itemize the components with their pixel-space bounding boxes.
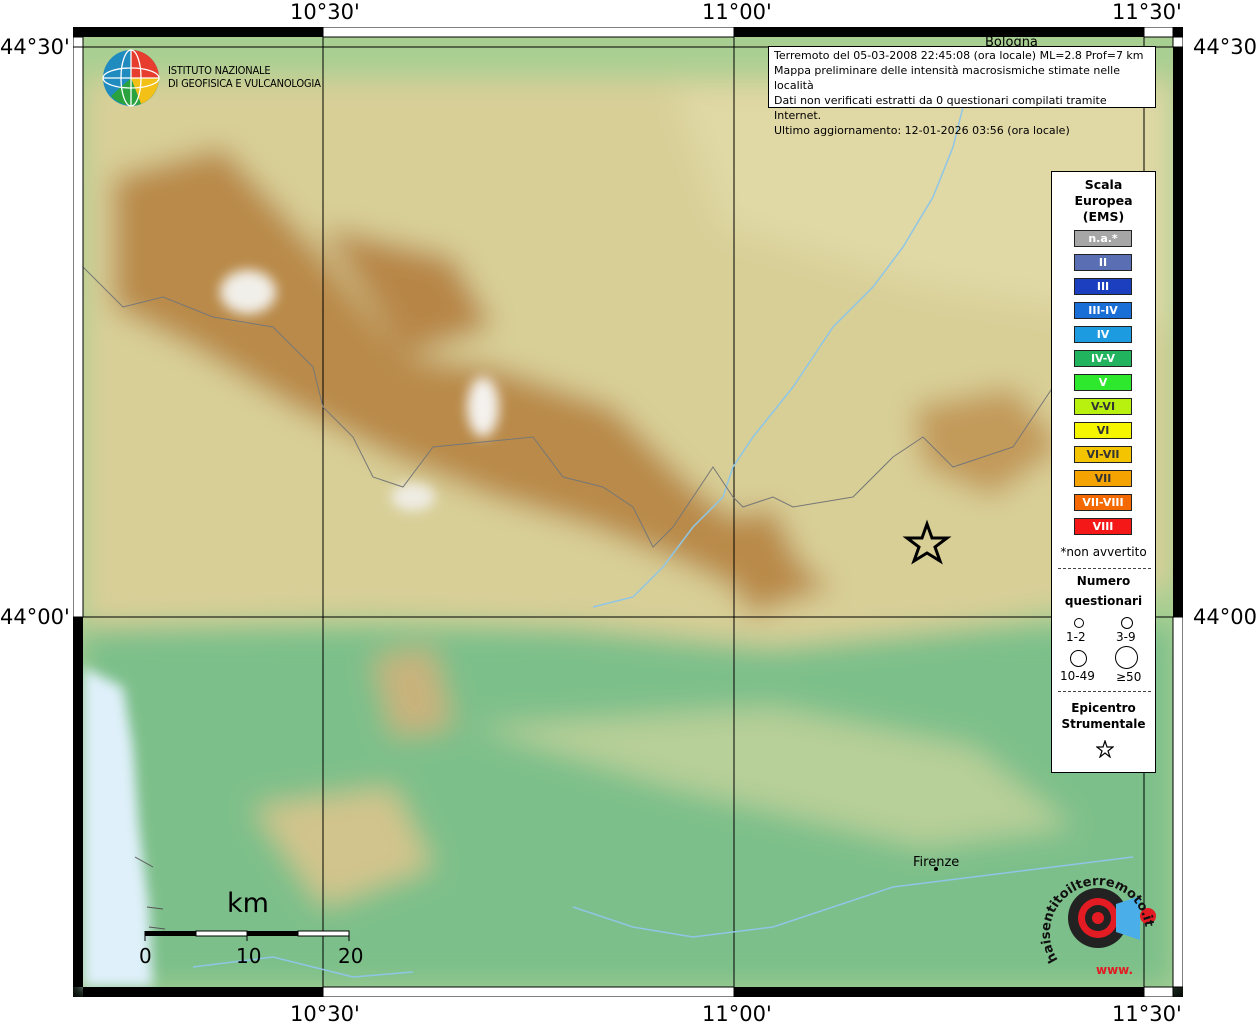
- num-label-1-2: 1-2: [1066, 630, 1086, 644]
- num-label-10-49: 10-49: [1060, 669, 1095, 683]
- topographic-map[interactable]: [73, 27, 1183, 997]
- ems-legend-item: VII: [1074, 470, 1132, 487]
- info-line-2: Mappa preliminare delle intensità macros…: [774, 64, 1120, 92]
- info-line-1: Terremoto del 05-03-2008 22:45:08 (ora l…: [774, 49, 1144, 62]
- seismograph-target-icon: haisentitoilterremoto.it www.: [1039, 874, 1157, 977]
- scale-tick-0: 0: [139, 944, 152, 968]
- ems-legend-item: IV: [1074, 326, 1132, 343]
- legend-not-felt-note: *non avvertito: [1060, 545, 1147, 559]
- legend-divider-2: [1058, 691, 1151, 692]
- info-line-4: Ultimo aggiornamento: 12-01-2026 03:56 (…: [774, 124, 1070, 137]
- bottom-longitude-label-1130: 11°30': [1112, 1002, 1182, 1026]
- ems-legend-item: II: [1074, 254, 1132, 271]
- num-label-50: ≥50: [1116, 670, 1142, 684]
- ingv-logo-line1: ISTITUTO NAZIONALE: [168, 64, 271, 77]
- scale-unit-label: km: [227, 888, 269, 919]
- info-line-3: Dati non verificati estratti da 0 questi…: [774, 94, 1107, 122]
- circle-size-10-49-icon: [1070, 650, 1087, 667]
- legend-title-line3: (EMS): [1082, 209, 1125, 224]
- legend-epi-title-1: Epicentro: [1071, 701, 1136, 715]
- circle-size-3-9-icon: [1121, 617, 1133, 629]
- ems-legend-item: VI-VII: [1074, 446, 1132, 463]
- left-latitude-label-4430: 44°30': [0, 35, 70, 59]
- top-longitude-label-1030: 10°30': [290, 0, 360, 24]
- watermark-www: www.: [1096, 963, 1133, 977]
- top-longitude-label-1130: 11°30': [1112, 0, 1182, 24]
- ems-legend-item: VI: [1074, 422, 1132, 439]
- earthquake-info-box: Terremoto del 05-03-2008 22:45:08 (ora l…: [768, 46, 1156, 137]
- ems-legend-item: VII-VIII: [1074, 494, 1132, 511]
- bottom-longitude-label-1100: 11°00': [702, 1002, 772, 1026]
- circle-size-1-2-icon: [1074, 618, 1084, 628]
- right-latitude-label-4430: 44°30': [1193, 35, 1256, 59]
- legend-divider: [1058, 568, 1151, 569]
- legend-title-line2: Europea: [1074, 193, 1133, 208]
- legend-star-icon: [1095, 739, 1115, 759]
- city-label-firenze: Firenze: [913, 855, 960, 870]
- left-latitude-label-4400: 44°00': [0, 605, 70, 629]
- ingv-globe-icon: [101, 48, 161, 108]
- map-frame[interactable]: [73, 27, 1183, 997]
- circle-size-50-icon: [1115, 646, 1138, 669]
- terrain-layer: [83, 37, 1173, 987]
- ems-legend-item: V-VI: [1074, 398, 1132, 415]
- num-label-3-9: 3-9: [1116, 630, 1136, 644]
- legend-num-title-1: Numero: [1076, 574, 1131, 588]
- ingv-logo-line2: DI GEOFISICA E VULCANOLOGIA: [168, 77, 321, 90]
- ems-legend-item: VIII: [1074, 518, 1132, 535]
- ems-legend-item: IV-V: [1074, 350, 1132, 367]
- bottom-longitude-label-1030: 10°30': [290, 1002, 360, 1026]
- legend-title: Scala Europea (EMS): [1052, 177, 1155, 225]
- ems-legend: Scala Europea (EMS) n.a.* II III III-IV IV IV…: [1051, 171, 1156, 773]
- legend-title-line1: Scala: [1084, 177, 1123, 192]
- legend-epi-title-2: Strumentale: [1061, 717, 1146, 731]
- ems-legend-item: V: [1074, 374, 1132, 391]
- top-longitude-label-1100: 11°00': [702, 0, 772, 24]
- scale-tick-10: 10: [236, 944, 262, 968]
- ingv-logo-text: ISTITUTO NAZIONALE DI GEOFISICA E VULCAN…: [168, 64, 321, 90]
- haisentito-logo[interactable]: haisentitoilterremoto.it www.: [1036, 856, 1162, 982]
- ems-legend-item: III: [1074, 278, 1132, 295]
- ems-legend-item: n.a.*: [1074, 230, 1132, 247]
- ems-legend-item: III-IV: [1074, 302, 1132, 319]
- right-latitude-label-4400: 44°00': [1193, 605, 1256, 629]
- scale-tick-20: 20: [338, 944, 364, 968]
- legend-num-title-2: questionari: [1064, 594, 1143, 608]
